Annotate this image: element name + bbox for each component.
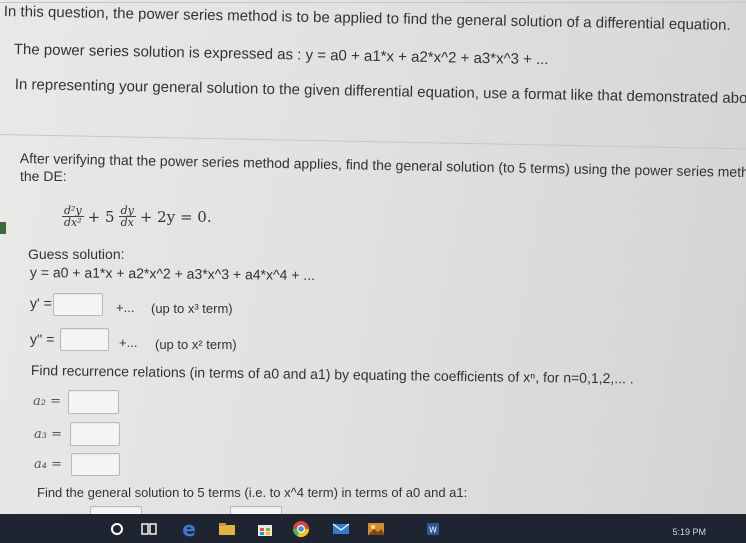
dy-dx-fraction: dy dx bbox=[118, 205, 136, 229]
intro-line-3: In representing your general solution to… bbox=[14, 76, 746, 108]
question-prompt-line-1: After verifying that the power series me… bbox=[19, 150, 746, 181]
top-divider bbox=[0, 2, 746, 3]
task-view-icon[interactable] bbox=[140, 520, 158, 538]
yprime-label: y' = bbox=[30, 295, 52, 311]
left-edge-mark bbox=[0, 222, 6, 234]
svg-text:W: W bbox=[429, 526, 437, 535]
d2y-dx2-fraction: d²y dx² bbox=[62, 205, 84, 228]
plus-five: + 5 bbox=[87, 207, 115, 226]
a2-input[interactable] bbox=[68, 390, 119, 414]
a2-label: a₂ = bbox=[33, 394, 61, 409]
guess-expression: y = a0 + a1*x + a2*x^2 + a3*x^3 + a4*x^4… bbox=[29, 264, 316, 283]
differential-equation: d²y dx² + 5 dy dx + 2y = 0. bbox=[62, 205, 212, 228]
ydouble-suffix: +... bbox=[119, 335, 138, 350]
intro-line-2: The power series solution is expressed a… bbox=[13, 41, 549, 69]
dx-denominator: dx bbox=[120, 216, 134, 229]
a4-input[interactable] bbox=[71, 453, 120, 476]
cortana-icon[interactable] bbox=[108, 520, 126, 538]
section-divider bbox=[0, 134, 746, 150]
intro-line-1: In this question, the power series metho… bbox=[3, 3, 731, 34]
ydouble-hint: (up to x² term) bbox=[155, 337, 237, 352]
guess-label: Guess solution: bbox=[28, 246, 125, 262]
word-icon[interactable]: W bbox=[425, 520, 441, 538]
yprime-hint: (up to x³ term) bbox=[151, 301, 233, 316]
ydouble-input[interactable] bbox=[60, 328, 109, 351]
file-explorer-icon[interactable] bbox=[216, 520, 238, 538]
a4-label: a₄ = bbox=[34, 457, 62, 472]
dx2-denominator: dx² bbox=[64, 216, 82, 229]
question-prompt-line-2: the DE: bbox=[20, 168, 67, 184]
taskbar-clock: 5:19 PM bbox=[672, 527, 706, 537]
yprime-input[interactable] bbox=[53, 293, 103, 316]
screen: In this question, the power series metho… bbox=[0, 0, 746, 543]
chrome-icon[interactable] bbox=[290, 520, 312, 538]
a3-input[interactable] bbox=[70, 422, 120, 446]
photos-icon[interactable] bbox=[365, 520, 387, 538]
recurrence-prompt: Find recurrence relations (in terms of a… bbox=[30, 362, 634, 387]
general-solution-prompt: Find the general solution to 5 terms (i.… bbox=[37, 485, 468, 500]
yprime-suffix: +... bbox=[116, 300, 135, 315]
store-icon[interactable] bbox=[254, 520, 276, 538]
a3-label: a₃ = bbox=[34, 427, 62, 442]
mail-icon[interactable] bbox=[330, 520, 352, 538]
ydouble-label: y'' = bbox=[30, 331, 55, 347]
edge-icon[interactable]: e bbox=[178, 517, 200, 541]
de-remainder: + 2y = 0. bbox=[139, 207, 212, 226]
